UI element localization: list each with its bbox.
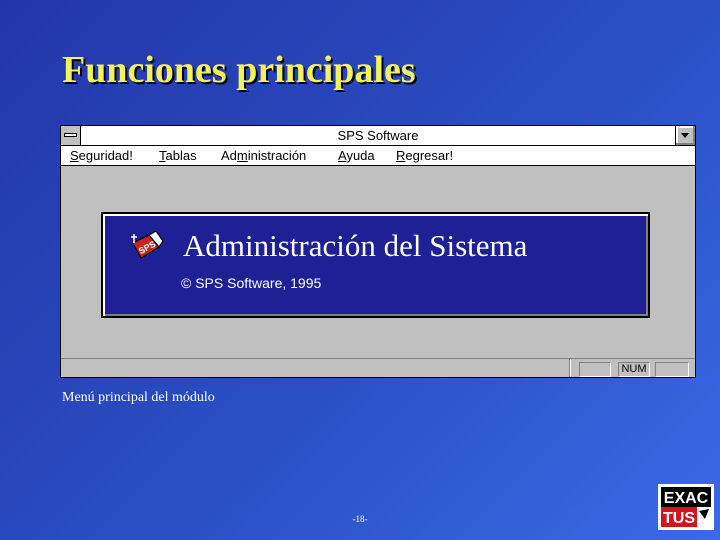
menu-label-part: Ad [221, 148, 237, 163]
menu-bar: Seguridad! Tablas Administración Ayuda R… [61, 146, 695, 166]
status-bar: NUM [61, 358, 695, 377]
status-divider [569, 359, 571, 377]
menu-administracion[interactable]: Administración [221, 148, 306, 163]
window-client-area: SPS Administración del Sistema © SPS Sof… [61, 166, 695, 358]
menu-ayuda[interactable]: Ayuda [338, 148, 375, 163]
menu-accelerator: R [396, 148, 406, 163]
system-menu-icon [64, 133, 77, 137]
sps-logo-icon: SPS [131, 231, 164, 259]
window-title: SPS Software [337, 128, 419, 143]
slide-caption: Menú principal del módulo [62, 390, 215, 405]
splash-banner: SPS Administración del Sistema © SPS Sof… [101, 212, 650, 318]
menu-label-part: ablas [165, 148, 197, 163]
menu-label-part: yuda [346, 148, 375, 163]
banner-title: Administración del Sistema [183, 228, 528, 263]
status-num-indicator: NUM [618, 362, 650, 377]
slide-title: Funciones principales [62, 49, 416, 91]
system-menu-button[interactable] [61, 126, 81, 145]
minimize-arrow-icon [681, 133, 689, 138]
banner-copyright: © SPS Software, 1995 [181, 275, 322, 291]
window-titlebar[interactable]: SPS Software [61, 126, 695, 146]
page-number: -18- [352, 514, 368, 524]
menu-label-part: eguridad! [78, 148, 133, 163]
menu-seguridad[interactable]: Seguridad! [70, 148, 133, 163]
menu-label-part: egresar! [405, 148, 454, 163]
logo-text-line2: TUS [663, 510, 695, 527]
sps-software-window: SPS Software Seguridad! Tablas Administr… [60, 125, 696, 378]
exactus-logo: EXAC TUS [658, 484, 714, 530]
status-panel-blank [579, 362, 611, 377]
logo-text-line1: EXAC [664, 490, 709, 507]
status-panel-blank-2 [655, 362, 689, 377]
menu-regresar[interactable]: Regresar! [396, 148, 453, 163]
menu-tablas[interactable]: Tablas [159, 148, 197, 163]
menu-label-part: inistración [247, 148, 307, 163]
exactus-logo-mark: EXAC TUS [661, 487, 711, 527]
menu-accelerator: S [70, 148, 79, 163]
minimize-button[interactable] [675, 126, 695, 145]
menu-accelerator: m [236, 148, 248, 163]
